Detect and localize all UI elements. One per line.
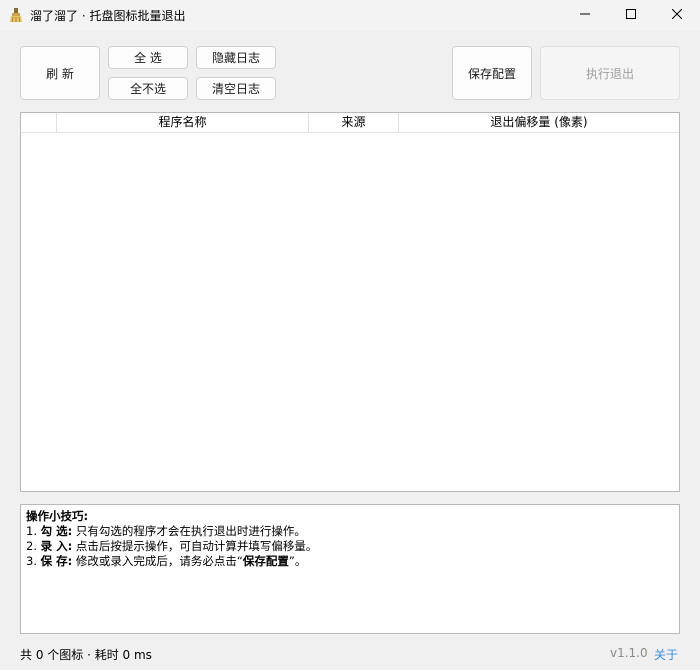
table-header: 程序名称 来源 退出偏移量 (像素)	[21, 113, 679, 133]
minimize-button[interactable]	[562, 0, 608, 30]
about-link[interactable]: 关于	[654, 646, 678, 663]
tip-item: 3. 保 存: 修改或录入完成后，请务必点击“保存配置”。	[26, 554, 674, 569]
tips-title: 操作小技巧:	[26, 509, 89, 523]
tip-tail: ”。	[288, 554, 307, 568]
select-none-button[interactable]: 全不选	[108, 77, 188, 100]
refresh-button[interactable]: 刷 新	[20, 46, 100, 100]
minimize-icon	[580, 8, 590, 22]
select-all-button[interactable]: 全 选	[108, 46, 188, 69]
version-label: v1.1.0	[610, 646, 648, 660]
maximize-icon	[626, 8, 636, 22]
close-icon	[671, 8, 683, 22]
broom-icon	[9, 7, 23, 23]
column-header-check[interactable]	[21, 113, 57, 132]
tip-text: 点击后按提示操作，可自动计算并填写偏移量。	[75, 539, 318, 553]
tip-label: 勾 选:	[40, 524, 73, 538]
title-bar[interactable]: 溜了溜了 · 托盘图标批量退出	[0, 0, 700, 30]
tip-text: 只有勾选的程序才会在执行退出时进行操作。	[75, 524, 306, 538]
tip-number: 1.	[26, 524, 37, 538]
execute-exit-button[interactable]: 执行退出	[540, 46, 680, 100]
log-panel[interactable]: 操作小技巧: 1. 勾 选: 只有勾选的程序才会在执行退出时进行操作。 2. 录…	[20, 504, 680, 634]
column-header-offset[interactable]: 退出偏移量 (像素)	[399, 113, 679, 132]
hide-log-button[interactable]: 隐藏日志	[196, 46, 276, 69]
tip-emphasis: 保存配置	[242, 554, 289, 568]
tip-number: 3.	[26, 554, 37, 568]
tip-label: 保 存:	[40, 554, 73, 568]
tip-text: 修改或录入完成后，请务必点击“	[75, 554, 243, 568]
window-title: 溜了溜了 · 托盘图标批量退出	[30, 9, 186, 23]
program-table[interactable]: 程序名称 来源 退出偏移量 (像素)	[20, 112, 680, 492]
maximize-button[interactable]	[608, 0, 654, 30]
save-config-button[interactable]: 保存配置	[452, 46, 532, 100]
tip-number: 2.	[26, 539, 37, 553]
status-summary: 共 0 个图标 · 耗时 0 ms	[20, 648, 152, 662]
tip-label: 录 入:	[40, 539, 73, 553]
tip-item: 1. 勾 选: 只有勾选的程序才会在执行退出时进行操作。	[26, 524, 674, 539]
close-button[interactable]	[654, 0, 700, 30]
clear-log-button[interactable]: 清空日志	[196, 77, 276, 100]
main-window: 溜了溜了 · 托盘图标批量退出 刷 新 全 选 全不选 隐藏日志 清空日志 保存…	[0, 0, 700, 670]
tip-item: 2. 录 入: 点击后按提示操作，可自动计算并填写偏移量。	[26, 539, 674, 554]
column-header-source[interactable]: 来源	[309, 113, 399, 132]
column-header-name[interactable]: 程序名称	[57, 113, 309, 132]
